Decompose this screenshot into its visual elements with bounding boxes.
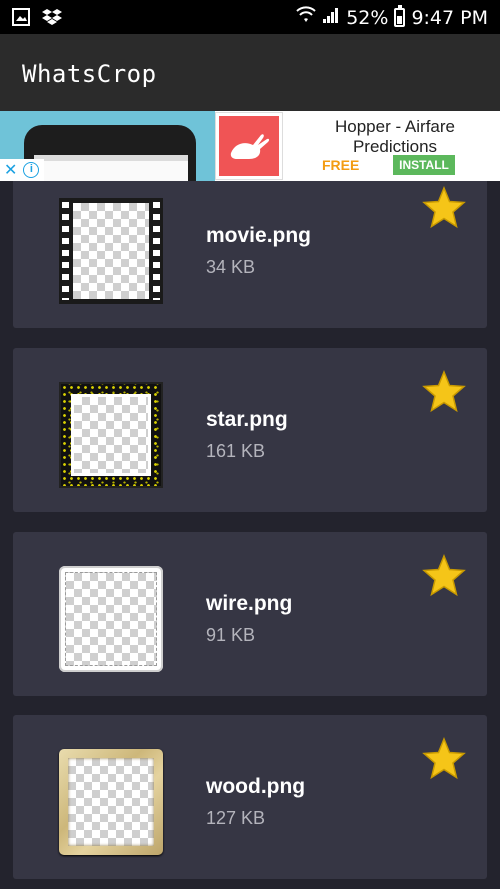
file-size: 161 KB	[206, 441, 266, 461]
file-name: wood.png	[206, 775, 306, 798]
ad-title[interactable]: Hopper - Airfare Predictions	[300, 117, 490, 157]
file-name: movie.png	[206, 224, 312, 247]
image-icon	[12, 8, 30, 31]
app-title: WhatsCrop	[22, 60, 157, 88]
ad-banner[interactable]: ✕ i Hopper - Airfare Predictions FREE IN…	[0, 111, 500, 181]
list-item[interactable]: movie.png 34 KB	[13, 181, 487, 328]
ad-choices[interactable]: ✕ i	[0, 159, 44, 181]
battery-percent: 52%	[346, 6, 389, 29]
ad-phone-screen	[34, 155, 188, 181]
install-button[interactable]: INSTALL	[393, 155, 455, 175]
file-size: 91 KB	[206, 625, 256, 645]
close-icon[interactable]: ✕	[4, 160, 17, 180]
app-bar: WhatsCrop	[0, 34, 500, 111]
frame-thumbnail[interactable]	[59, 198, 163, 304]
list-item[interactable]: wire.png 91 KB	[13, 532, 487, 696]
file-size: 127 KB	[206, 808, 266, 828]
status-bar: 52% 9:47 PM	[0, 0, 500, 34]
frame-thumbnail[interactable]	[59, 566, 163, 672]
file-name: wire.png	[206, 592, 293, 615]
frame-thumbnail[interactable]	[59, 749, 163, 855]
star-icon[interactable]	[421, 185, 467, 231]
ad-price: FREE	[322, 157, 360, 173]
file-size: 34 KB	[206, 257, 256, 277]
clock: 9:47 PM	[411, 6, 488, 29]
wifi-icon	[296, 6, 316, 29]
list-item[interactable]: star.png 161 KB	[13, 348, 487, 512]
frame-thumbnail[interactable]	[59, 382, 163, 488]
list-item[interactable]: wood.png 127 KB	[13, 715, 487, 879]
star-icon[interactable]	[421, 369, 467, 415]
rabbit-icon[interactable]	[216, 113, 282, 179]
dropbox-icon	[42, 8, 62, 31]
star-icon[interactable]	[421, 553, 467, 599]
star-icon[interactable]	[421, 736, 467, 782]
battery-icon	[394, 5, 406, 27]
file-name: star.png	[206, 408, 288, 431]
signal-icon	[322, 6, 340, 29]
info-icon[interactable]: i	[23, 162, 40, 178]
frame-list[interactable]: movie.png 34 KB star.png 161 KB wire.png…	[0, 181, 500, 889]
